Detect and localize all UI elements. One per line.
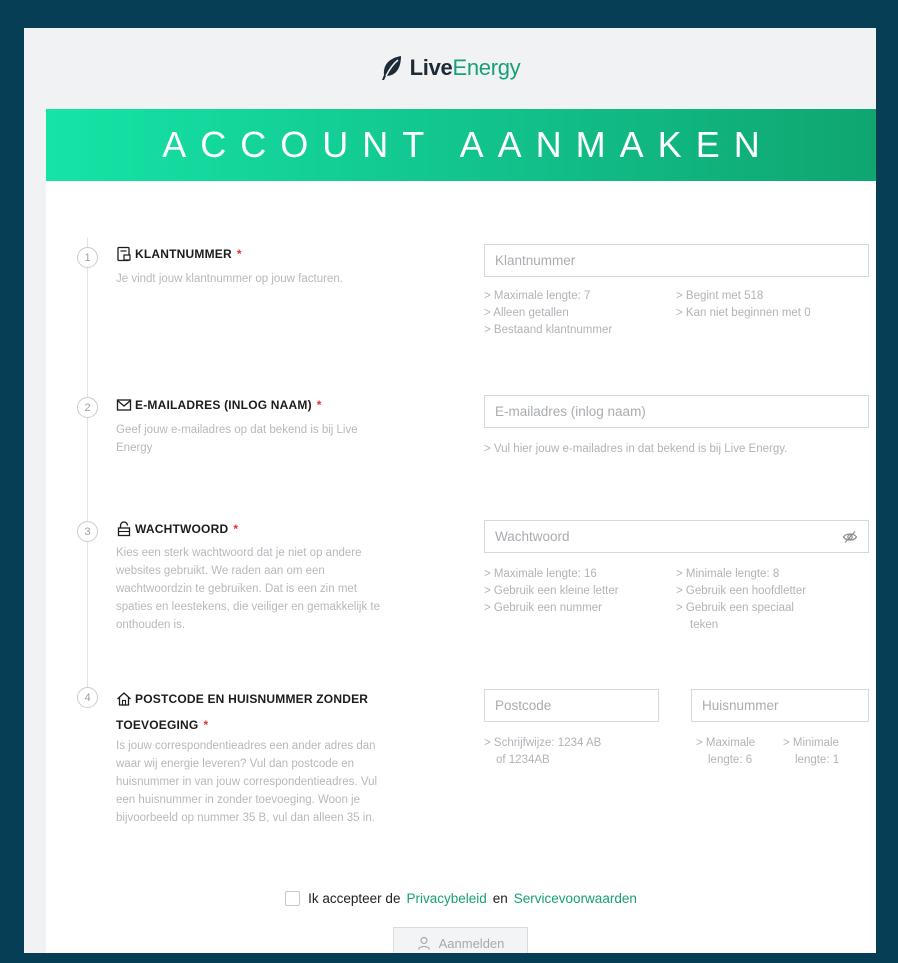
hint-line: lengte: 6 [708,754,753,766]
step-2-description: Geef jouw e-mailadres op dat bekend is b… [116,421,358,457]
huisnummer-hint-max: > Maximale lengte: 6 [696,735,755,769]
klantnummer-hints-left: > Maximale lengte: 7 > Alleen getallen >… [484,288,612,339]
huisnummer-field[interactable] [691,689,869,722]
required-marker: * [236,247,242,261]
envelope-icon [116,399,132,411]
page-frame: LiveEnergy ACCOUNT AANMAKEN 1 KLANTNUMME… [24,28,876,953]
hint-line: > Gebruik een kleine letter [484,585,619,597]
huisnummer-input[interactable] [702,698,858,713]
brand-logo: LiveEnergy [24,50,876,86]
submit-label: Aanmelden [438,935,505,951]
hint-line: > Begint met 518 [676,290,764,302]
user-icon [417,936,430,950]
hint-line: > Maximale [696,737,756,749]
required-marker: * [233,522,239,536]
description-line: onthouden is. [116,619,186,631]
postcode-input[interactable] [495,698,648,713]
agreement-prefix: Ik accepteer de [308,891,401,906]
leaf-icon [381,56,401,80]
hint-line: teken [690,619,719,631]
hint-line: > Maximale lengte: 16 [484,568,597,580]
password-hints-right: > Minimale lengte: 8 > Gebruik een hoofd… [676,566,806,634]
step-2-title-text: E-MAILADRES (INLOG NAAM) [135,398,312,412]
description-line: Is jouw correspondentieadres een ander a… [116,740,376,752]
step-3-description: Kies een sterk wachtwoord dat je niet op… [116,544,380,634]
id-card-icon [117,246,131,262]
step-3-title-text: WACHTWOORD [135,522,229,536]
password-field[interactable] [484,520,869,553]
huisnummer-hint-min: > Minimale lengte: 1 [783,735,839,769]
description-line: websites gebruikt. We raden aan om een [116,565,325,577]
description-line: Kies een sterk wachtwoord dat je niet op… [116,547,362,559]
step-1-description: Je vindt jouw klantnummer op jouw factur… [116,273,343,285]
email-input[interactable] [495,404,858,419]
password-hints-left: > Maximale lengte: 16 > Gebruik een klei… [484,566,619,617]
description-line: spaties en leestekens, die veiliger en g… [116,601,381,613]
hint-line: > Gebruik een nummer [484,602,602,614]
description-line: wachtwoordzin te gebruiken. Dat is een z… [116,583,357,595]
terms-link[interactable]: Servicevoorwaarden [514,891,637,906]
hint-line: > Gebruik een speciaal [676,602,794,614]
step-1-title: KLANTNUMMER * [116,243,242,265]
submit-button[interactable]: Aanmelden [393,927,528,953]
password-input[interactable] [495,529,842,544]
postcode-field[interactable] [484,689,659,722]
eye-slash-icon[interactable] [842,529,858,545]
description-line: bijvoorbeeld op nummer 35 B, vul dan all… [116,812,375,824]
hint-line: > Kan niet beginnen met 0 [676,307,811,319]
brand-name: LiveEnergy [410,55,521,81]
description-line: Geef jouw e-mailadres op dat bekend is b… [116,424,358,436]
klantnummer-hints-right: > Begint met 518 > Kan niet beginnen met… [676,288,811,322]
page-title: ACCOUNT AANMAKEN [162,124,774,165]
description-line: Energy [116,442,153,454]
hint-line: > Bestaand klantnummer [484,324,613,336]
description-line: huisnummer in van jouw correspondentiead… [116,776,378,788]
description-line: een huisnummer in zonder toevoeging. Woo… [116,794,360,806]
hint-line: > Minimale lengte: 8 [676,568,780,580]
klantnummer-input[interactable] [495,253,858,268]
step-1-number: 1 [77,247,98,268]
page-banner: ACCOUNT AANMAKEN [46,109,876,181]
step-4-title-text-2: TOEVOEGING [116,718,199,732]
step-4-description: Is jouw correspondentieadres een ander a… [116,737,377,827]
step-2-number: 2 [77,397,98,418]
lock-icon [117,521,131,537]
step-4-title-text: POSTCODE EN HUISNUMMER ZONDER [135,692,369,706]
step-timeline [87,238,88,698]
klantnummer-field[interactable] [484,244,869,277]
step-4-title-line2: TOEVOEGING * [116,714,208,736]
privacy-link[interactable]: Privacybeleid [406,891,486,906]
required-marker: * [316,398,322,412]
step-4-number: 4 [77,687,98,708]
step-4-title: POSTCODE EN HUISNUMMER ZONDER [116,688,476,710]
hint-line: > Schrijfwijze: 1234 AB [484,737,602,749]
required-marker: * [203,718,209,732]
email-field[interactable] [484,395,869,428]
signup-form: 1 KLANTNUMMER * Je vindt jouw klantnummer… [46,181,876,953]
hint-line: of 1234AB [496,754,550,766]
step-2-title: E-MAILADRES (INLOG NAAM) * [116,394,322,416]
terms-checkbox[interactable] [285,891,301,906]
hint-line: > Alleen getallen [484,307,569,319]
postcode-hint: > Schrijfwijze: 1234 AB of 1234AB [484,735,601,769]
step-3-title: WACHTWOORD * [116,518,238,540]
terms-agreement: Ik accepteer de Privacybeleid en Service… [46,891,876,906]
home-icon [117,692,131,706]
email-hint: > Vul hier jouw e-mailadres in dat beken… [484,443,788,455]
hint-line: > Maximale lengte: 7 [484,290,591,302]
hint-line: > Gebruik een hoofdletter [676,585,807,597]
description-line: waar wij energie leveren? Vul dan postco… [116,758,355,770]
brand-name-energy: Energy [452,55,521,80]
step-3-number: 3 [77,521,98,542]
brand-name-live: Live [409,55,453,80]
agreement-and: en [492,891,508,906]
hint-line: lengte: 1 [795,754,840,766]
hint-line: > Minimale [783,737,839,749]
step-1-title-text: KLANTNUMMER [135,247,232,261]
